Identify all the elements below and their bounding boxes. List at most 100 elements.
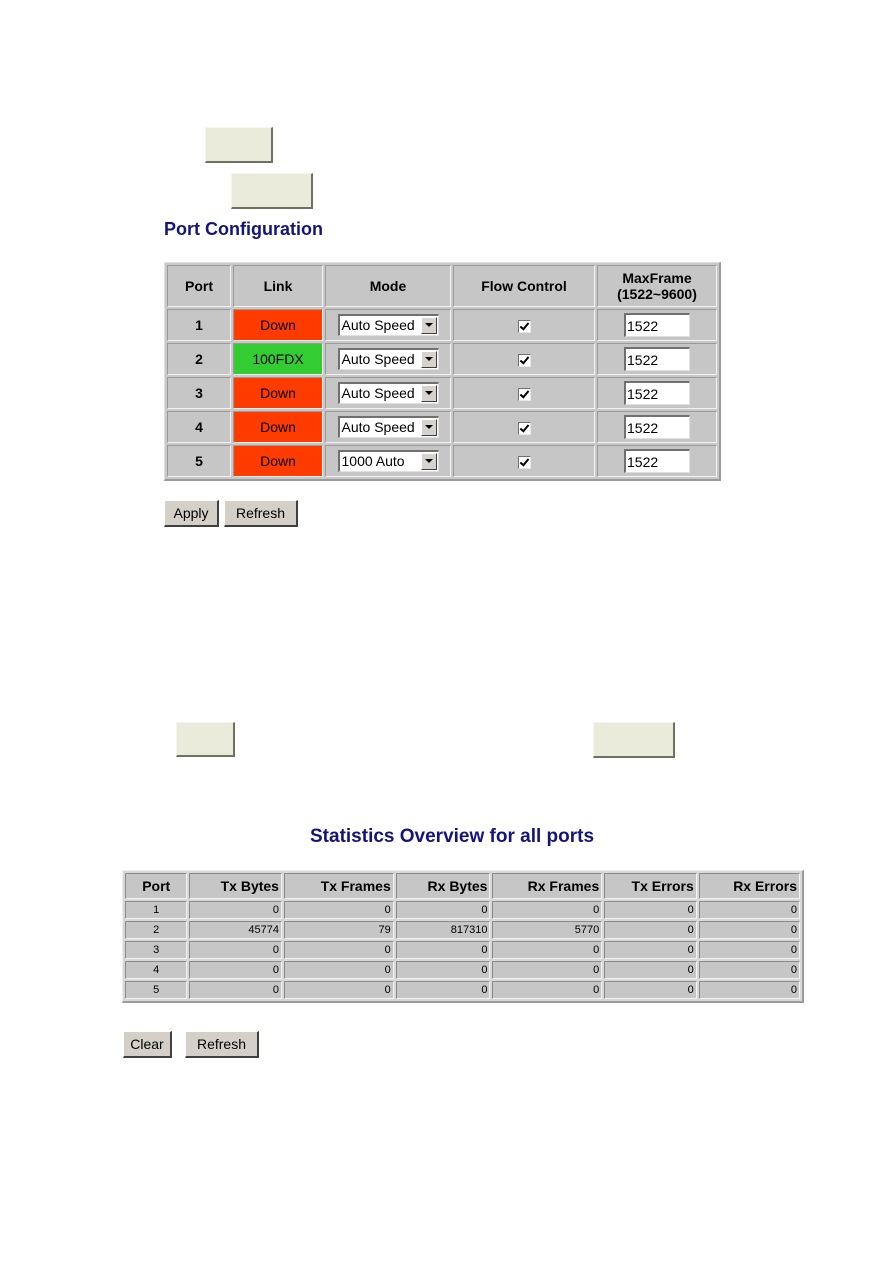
port-configuration-title: Port Configuration xyxy=(164,219,323,239)
flow-control-checkbox[interactable] xyxy=(517,353,531,367)
maxframe-input[interactable] xyxy=(624,313,690,337)
mode-select-value: Auto Speed xyxy=(341,419,415,435)
flow-control-checkbox[interactable] xyxy=(517,455,531,469)
apply-button[interactable]: Apply xyxy=(164,500,219,527)
stats-cell-rx-errors: 0 xyxy=(698,941,800,959)
mode-select-value: Auto Speed xyxy=(341,317,415,333)
stats-cell-tx-frames: 79 xyxy=(283,921,394,939)
maxframe-cell xyxy=(597,445,717,477)
mode-select[interactable]: 1000 Auto xyxy=(337,450,439,472)
link-status: Down xyxy=(233,445,323,477)
stats-cell-tx-frames: 0 xyxy=(283,981,394,999)
mode-cell: Auto Speed xyxy=(325,343,451,375)
blank-button-1[interactable] xyxy=(205,127,273,163)
mode-cell: 1000 Auto xyxy=(325,445,451,477)
stats-cell-tx-frames: 0 xyxy=(283,941,394,959)
stats-row: 3000000 xyxy=(125,941,800,959)
blank-button-2[interactable] xyxy=(231,173,313,209)
port-config-row: 5 Down 1000 Auto xyxy=(167,445,717,477)
stats-cell-rx-frames: 0 xyxy=(492,901,603,919)
stats-row: 5000000 xyxy=(125,981,800,999)
chevron-down-icon[interactable] xyxy=(420,351,437,368)
header-maxframe-label: MaxFrame xyxy=(622,270,692,286)
chevron-down-icon[interactable] xyxy=(420,317,437,334)
stats-cell-port: 1 xyxy=(125,901,188,919)
port-config-refresh-button[interactable]: Refresh xyxy=(224,500,298,527)
stats-cell-tx-frames: 0 xyxy=(283,901,394,919)
header-link: Link xyxy=(233,265,323,307)
port-number: 1 xyxy=(167,309,231,341)
stats-cell-port: 4 xyxy=(125,961,188,979)
stats-cell-port: 3 xyxy=(125,941,188,959)
statistics-refresh-button[interactable]: Refresh xyxy=(185,1031,259,1058)
header-flow-control: Flow Control xyxy=(453,265,595,307)
stats-cell-rx-frames: 0 xyxy=(492,941,603,959)
stats-cell-rx-bytes: 0 xyxy=(395,901,491,919)
flow-control-cell xyxy=(453,411,595,443)
mode-select[interactable]: Auto Speed xyxy=(337,382,439,404)
port-number: 2 xyxy=(167,343,231,375)
maxframe-cell xyxy=(597,411,717,443)
chevron-down-icon[interactable] xyxy=(420,453,437,470)
blank-button-3[interactable] xyxy=(176,722,235,757)
stats-cell-tx-bytes: 45774 xyxy=(189,921,282,939)
clear-button[interactable]: Clear xyxy=(123,1031,172,1058)
stats-cell-port: 5 xyxy=(125,981,188,999)
stats-header-tx-errors: Tx Errors xyxy=(604,873,697,899)
stats-cell-rx-bytes: 0 xyxy=(395,961,491,979)
maxframe-input[interactable] xyxy=(624,381,690,405)
stats-cell-rx-errors: 0 xyxy=(698,961,800,979)
maxframe-input[interactable] xyxy=(624,415,690,439)
flow-control-cell xyxy=(453,343,595,375)
stats-header-rx-frames: Rx Frames xyxy=(492,873,603,899)
mode-select-value: Auto Speed xyxy=(341,385,415,401)
stats-cell-tx-bytes: 0 xyxy=(189,941,282,959)
stats-cell-tx-bytes: 0 xyxy=(189,901,282,919)
maxframe-cell xyxy=(597,309,717,341)
stats-row: 1000000 xyxy=(125,901,800,919)
header-mode: Mode xyxy=(325,265,451,307)
stats-cell-tx-errors: 0 xyxy=(604,921,697,939)
blank-button-4[interactable] xyxy=(593,722,675,758)
chevron-down-icon[interactable] xyxy=(420,419,437,436)
mode-select[interactable]: Auto Speed xyxy=(337,416,439,438)
stats-cell-rx-bytes: 817310 xyxy=(395,921,491,939)
port-configuration-table: Port Link Mode Flow Control MaxFrame (15… xyxy=(164,262,721,481)
mode-select-value: Auto Speed xyxy=(341,351,415,367)
chevron-down-icon[interactable] xyxy=(420,385,437,402)
stats-cell-tx-bytes: 0 xyxy=(189,981,282,999)
flow-control-checkbox[interactable] xyxy=(517,319,531,333)
maxframe-input[interactable] xyxy=(624,449,690,473)
header-maxframe: MaxFrame (1522~9600) xyxy=(597,265,717,307)
mode-select-value: 1000 Auto xyxy=(341,453,405,469)
mode-select[interactable]: Auto Speed xyxy=(337,348,439,370)
port-config-row: 4 Down Auto Speed xyxy=(167,411,717,443)
stats-cell-rx-errors: 0 xyxy=(698,901,800,919)
link-status: Down xyxy=(233,309,323,341)
flow-control-checkbox[interactable] xyxy=(517,387,531,401)
stats-cell-rx-frames: 0 xyxy=(492,961,603,979)
port-config-header-row: Port Link Mode Flow Control MaxFrame (15… xyxy=(167,265,717,307)
mode-select[interactable]: Auto Speed xyxy=(337,314,439,336)
port-config-row: 2 100FDX Auto Speed xyxy=(167,343,717,375)
stats-cell-rx-errors: 0 xyxy=(698,921,800,939)
stats-header-tx-bytes: Tx Bytes xyxy=(189,873,282,899)
stats-cell-rx-frames: 5770 xyxy=(492,921,603,939)
flow-control-checkbox[interactable] xyxy=(517,421,531,435)
statistics-title: Statistics Overview for all ports xyxy=(310,826,595,847)
stats-row: 4000000 xyxy=(125,961,800,979)
stats-header-rx-errors: Rx Errors xyxy=(698,873,800,899)
stats-header-port: Port xyxy=(125,873,188,899)
stats-cell-tx-bytes: 0 xyxy=(189,961,282,979)
stats-cell-tx-errors: 0 xyxy=(604,981,697,999)
stats-cell-port: 2 xyxy=(125,921,188,939)
stats-cell-tx-errors: 0 xyxy=(604,901,697,919)
flow-control-cell xyxy=(453,309,595,341)
port-config-row: 1 Down Auto Speed xyxy=(167,309,717,341)
stats-row: 2 45774 79 817310 5770 0 0 xyxy=(125,921,800,939)
port-number: 4 xyxy=(167,411,231,443)
maxframe-input[interactable] xyxy=(624,347,690,371)
mode-cell: Auto Speed xyxy=(325,309,451,341)
statistics-header-row: Port Tx Bytes Tx Frames Rx Bytes Rx Frames Tx… xyxy=(125,873,800,899)
stats-header-rx-bytes: Rx Bytes xyxy=(395,873,491,899)
